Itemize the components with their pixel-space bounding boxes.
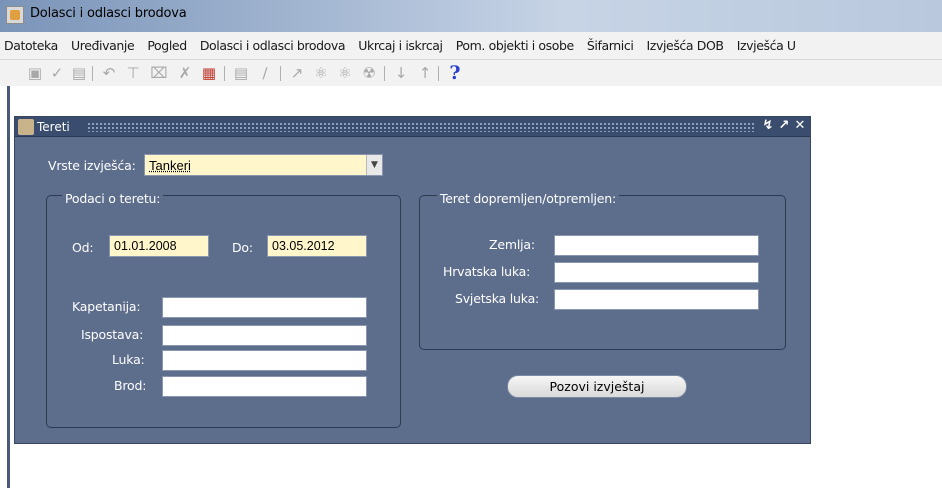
country-field[interactable]: [554, 235, 759, 256]
app-title-bar: Dolasci i odlasci brodova: [0, 0, 942, 32]
toolbar-separator: [224, 66, 225, 81]
report-type-select[interactable]: Tankeri ▼: [144, 154, 383, 176]
toolbar-separator: [384, 66, 385, 81]
menu-datoteka[interactable]: Datoteka: [0, 32, 62, 53]
world-port-label: Svjetska luka:: [455, 291, 540, 306]
list-icon[interactable]: ▤: [232, 64, 250, 82]
help-icon[interactable]: ?: [446, 64, 464, 83]
print-icon[interactable]: ▤: [70, 64, 88, 82]
world-port-field[interactable]: [554, 289, 759, 310]
branch-label: Ispostava:: [81, 327, 144, 342]
menu-uredivanje[interactable]: Uređivanje: [67, 32, 138, 53]
save-icon[interactable]: ▣: [26, 64, 44, 82]
toolbar-separator: [438, 66, 439, 81]
report-type-label: Vrste izvješća:: [48, 158, 136, 173]
check-icon[interactable]: ✓: [48, 64, 66, 82]
menu-pogled[interactable]: Pogled: [143, 32, 190, 53]
tereti-title: Tereti: [37, 120, 70, 134]
filter-clear-icon[interactable]: ⌧: [150, 64, 168, 82]
port-field[interactable]: [162, 350, 367, 371]
harbour-master-label: Kapetanija:: [72, 299, 141, 314]
sash-line: [7, 86, 10, 488]
tereti-title-bar[interactable]: Tereti ↯ ↗ ✕: [15, 117, 810, 137]
menu-dolasci-odlasci[interactable]: Dolasci i odlasci brodova: [196, 32, 349, 53]
left-sash: [0, 86, 12, 488]
port-label: Luka:: [112, 352, 145, 367]
title-pattern: [87, 122, 754, 132]
chevron-down-icon[interactable]: ▼: [366, 155, 382, 175]
screen-icon[interactable]: ▦: [200, 64, 218, 82]
harbour-master-field[interactable]: [162, 297, 367, 318]
tool-icon[interactable]: ✗: [176, 64, 194, 82]
menu-izvjesca-dob[interactable]: Izvješća DOB: [643, 32, 728, 53]
from-label: Od:: [72, 240, 94, 255]
toolbar: ▣ ✓ ▤ ↶ ⊤ ⌧ ✗ ▦ ▤ ∕ ↗ ⚛ ⚛ ☢ ↓ ↑ ?: [0, 60, 942, 86]
toolbar-separator: [280, 66, 281, 81]
to-label: Do:: [232, 240, 253, 255]
close-icon[interactable]: ✕: [793, 118, 807, 134]
report-type-value: Tankeri: [149, 158, 191, 173]
run-report-button[interactable]: Pozovi izvještaj: [507, 375, 687, 398]
menu-pom-objekti[interactable]: Pom. objekti i osobe: [452, 32, 578, 53]
filter-icon[interactable]: ⊤: [124, 64, 142, 82]
arrow-down-icon[interactable]: ↓: [392, 64, 410, 82]
country-label: Zemlja:: [489, 237, 535, 252]
from-date-field[interactable]: 01.01.2008: [109, 235, 209, 257]
edit-icon[interactable]: ∕: [256, 64, 274, 82]
menu-izvjesca-u[interactable]: Izvješća U: [733, 32, 800, 53]
wand-icon[interactable]: ↗: [288, 64, 306, 82]
app-icon: [6, 6, 24, 24]
cancel-query-icon[interactable]: ☢: [360, 64, 378, 82]
ship-label: Brod:: [114, 378, 147, 393]
to-date-field[interactable]: 03.05.2012: [267, 235, 367, 257]
undo-icon[interactable]: ↶: [100, 64, 118, 82]
menu-ukrcaj-iskrcaj[interactable]: Ukrcaj i iskrcaj: [354, 32, 446, 53]
menu-bar: Datoteka Uređivanje Pogled Dolasci i odl…: [0, 32, 942, 60]
ship-field[interactable]: [162, 376, 367, 397]
query-icon[interactable]: ⚛: [312, 64, 330, 82]
delivered-cargo-group-label: Teret dopremljen/otpremljen:: [437, 191, 620, 206]
query-alt-icon[interactable]: ⚛: [336, 64, 354, 82]
form-icon: [18, 119, 34, 135]
cargo-data-group-label: Podaci o teretu:: [62, 191, 164, 206]
app-title: Dolasci i odlasci brodova: [30, 6, 187, 21]
maximize-icon[interactable]: ↗: [777, 118, 791, 134]
branch-field[interactable]: [162, 325, 367, 346]
menu-sifarnici[interactable]: Šifarnici: [583, 32, 638, 53]
croatian-port-label: Hrvatska luka:: [443, 264, 531, 279]
croatian-port-field[interactable]: [554, 262, 759, 283]
toolbar-separator: [92, 66, 93, 81]
arrow-up-icon[interactable]: ↑: [416, 64, 434, 82]
minimize-icon[interactable]: ↯: [761, 118, 775, 134]
